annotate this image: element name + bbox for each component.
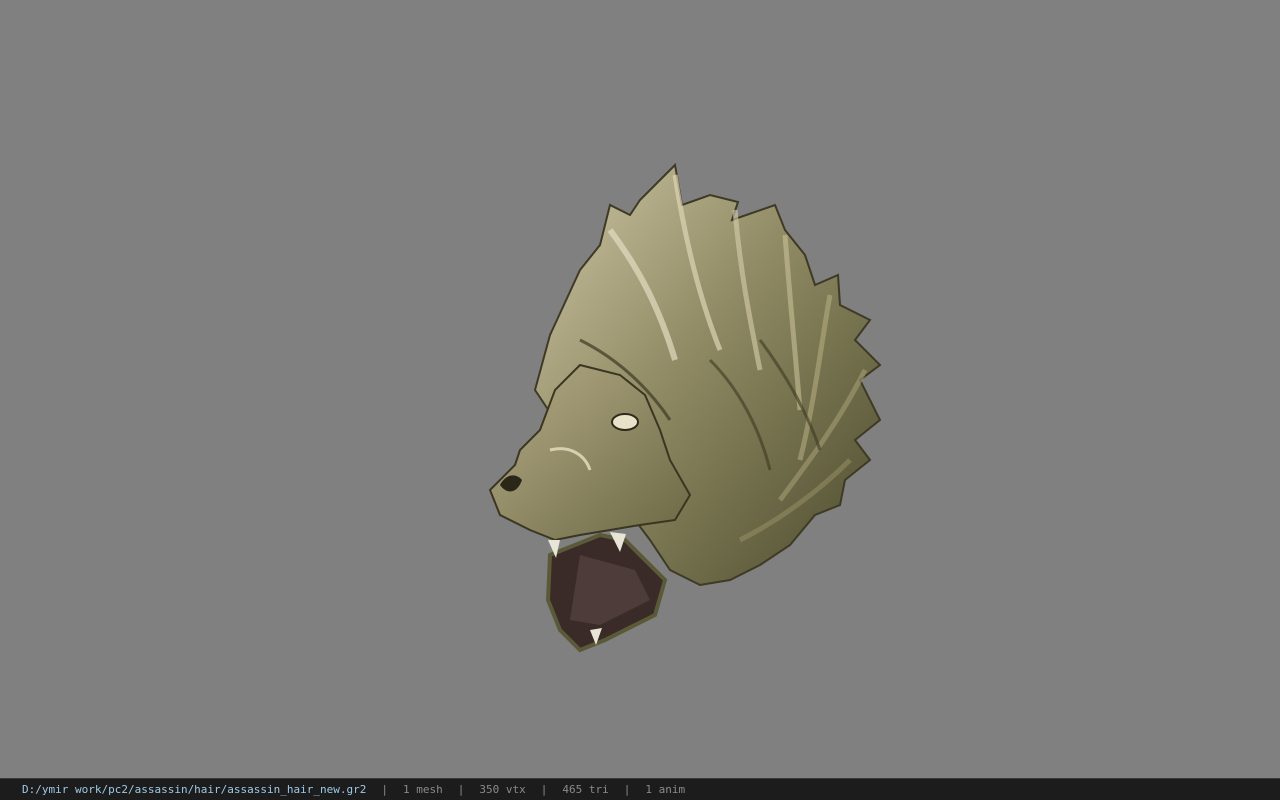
animation-count: 1 anim [645, 783, 686, 796]
vertex-count: 350 vtx [479, 783, 526, 796]
lion-head-model [488, 162, 882, 653]
mesh-count: 1 mesh [403, 783, 443, 796]
lion-mouth [545, 532, 668, 653]
status-separator: | [457, 783, 465, 796]
file-path: D:/ymir work/pc2/assassin/hair/assassin_… [22, 783, 367, 796]
status-separator: | [623, 783, 631, 796]
status-bar: D:/ymir work/pc2/assassin/hair/assassin_… [0, 778, 1280, 800]
status-separator: | [540, 783, 548, 796]
3d-viewport[interactable] [0, 0, 1280, 778]
triangle-count: 465 tri [562, 783, 609, 796]
lion-eye [611, 413, 639, 431]
status-separator: | [381, 783, 388, 796]
